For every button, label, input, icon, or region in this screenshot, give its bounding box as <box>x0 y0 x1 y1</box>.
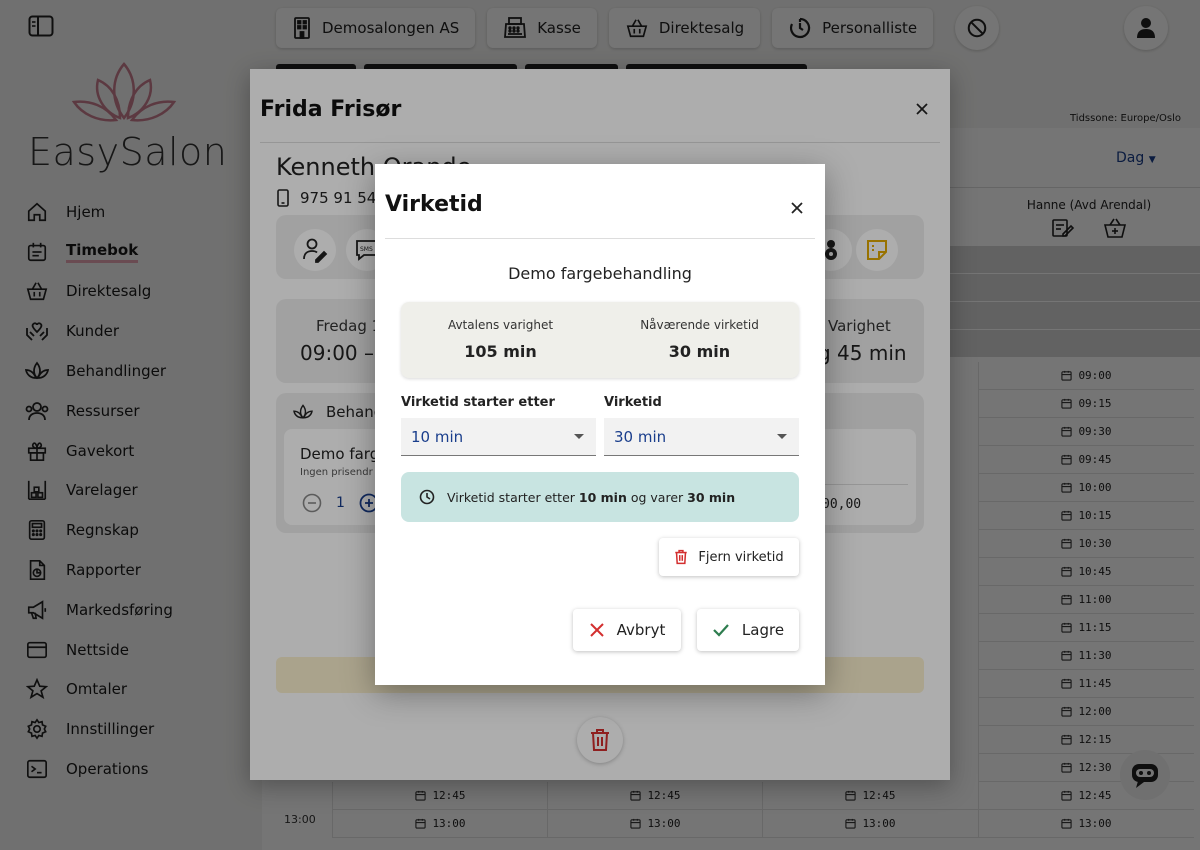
divider <box>385 238 815 239</box>
processing-time-select[interactable]: 30 min <box>604 418 799 456</box>
summary-box: Avtalens varighet 105 min Nåværende virk… <box>401 302 799 378</box>
processing-time-value: 30 min <box>614 427 667 446</box>
dialog-subtitle: Demo fargebehandling <box>508 264 692 283</box>
current-processing-label: Nåværende virketid <box>640 318 759 332</box>
note-prefix: Virketid starter etter <box>447 489 575 505</box>
appointment-duration-label: Avtalens varighet <box>447 318 554 332</box>
save-label: Lagre <box>741 621 785 639</box>
virketid-dialog: Virketid Demo fargebehandling Avtalens v… <box>375 164 825 685</box>
processing-time-field: Virketid 30 min <box>604 395 799 456</box>
remove-label: Fjern virketid <box>698 549 784 565</box>
check-icon <box>712 622 730 638</box>
save-button[interactable]: Lagre <box>697 609 799 651</box>
note-middle: og varer <box>630 489 684 505</box>
close-icon[interactable] <box>787 198 807 218</box>
chevron-down-icon <box>574 434 584 439</box>
dialog-title: Virketid <box>385 192 483 217</box>
start-after-field: Virketid starter etter 10 min <box>401 395 596 456</box>
start-after-select[interactable]: 10 min <box>401 418 596 456</box>
trash-icon <box>674 549 688 565</box>
appointment-duration-value: 105 min <box>464 342 537 361</box>
note-start: 10 min <box>578 489 627 505</box>
note-text: Virketid starter etter 10 min og varer 3… <box>447 490 735 505</box>
close-icon <box>589 622 605 638</box>
start-after-value: 10 min <box>411 427 464 446</box>
clock-icon <box>419 489 435 505</box>
start-after-label: Virketid starter etter <box>401 395 555 410</box>
remove-processing-button[interactable]: Fjern virketid <box>659 538 799 576</box>
current-processing-value: 30 min <box>668 342 731 361</box>
cancel-label: Avbryt <box>616 621 666 639</box>
cancel-button[interactable]: Avbryt <box>573 609 681 651</box>
processing-summary-note: Virketid starter etter 10 min og varer 3… <box>401 472 799 522</box>
processing-time-label: Virketid <box>604 395 662 410</box>
note-duration: 30 min <box>687 489 736 505</box>
chevron-down-icon <box>777 434 787 439</box>
